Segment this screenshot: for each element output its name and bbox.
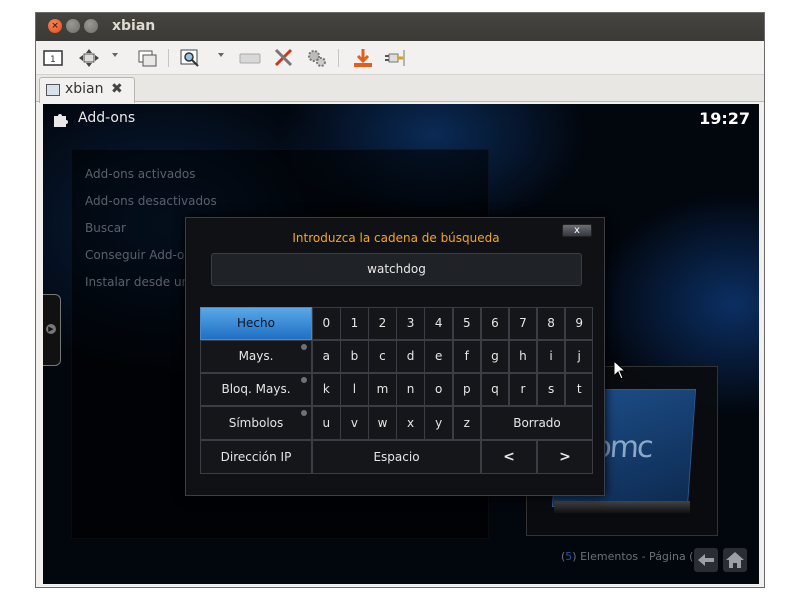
key-char[interactable]: m [368, 373, 397, 406]
tab-label: xbian [65, 81, 104, 97]
clock: 19:27 [699, 109, 750, 128]
dialog-close-button[interactable]: x [562, 224, 592, 237]
key-char[interactable]: 7 [508, 307, 538, 340]
xbmc-logo-base [554, 501, 690, 513]
keyboard-icon[interactable] [239, 48, 261, 68]
plug-icon[interactable] [384, 48, 406, 68]
menu-item-enabled-addons[interactable]: Add-ons activados [85, 167, 195, 181]
key-char[interactable]: 4 [424, 307, 453, 340]
key-char[interactable]: b [340, 340, 369, 373]
key-char[interactable]: o [424, 373, 453, 406]
svg-text:1: 1 [50, 55, 56, 65]
window-close-button[interactable]: × [48, 19, 62, 33]
tools-icon[interactable] [273, 48, 295, 68]
title-bar: × xbian [36, 13, 764, 41]
key-char[interactable]: t [564, 373, 594, 406]
key-char[interactable]: p [452, 373, 482, 406]
app-window: × xbian 1 xbian ✖ Add-ons 19:27 Add-ons … [35, 12, 765, 588]
key-char[interactable]: 0 [312, 307, 341, 340]
key-caps-lock[interactable]: Bloq. Mays. [200, 373, 312, 406]
toggle-indicator-icon [301, 377, 307, 383]
window-minimize-button[interactable] [66, 19, 80, 33]
key-char[interactable]: 9 [564, 307, 594, 340]
key-char[interactable]: 1 [340, 307, 369, 340]
menu-item-disabled-addons[interactable]: Add-ons desactivados [85, 194, 217, 208]
key-char[interactable]: r [508, 373, 538, 406]
window-maximize-button[interactable] [84, 19, 98, 33]
key-char[interactable]: j [564, 340, 594, 373]
xbmc-screen: Add-ons 19:27 Add-ons activados Add-ons … [43, 104, 759, 584]
download-icon[interactable] [352, 48, 374, 68]
monitor-icon [46, 84, 60, 96]
key-char[interactable]: v [340, 406, 369, 440]
key-char[interactable]: l [340, 373, 369, 406]
chevron-right-icon: ▶ [46, 324, 56, 334]
key-char[interactable]: k [312, 373, 341, 406]
key-backspace[interactable]: Borrado [481, 406, 593, 440]
key-char[interactable]: i [536, 340, 566, 373]
key-char[interactable]: 8 [536, 307, 566, 340]
tab-close-icon[interactable]: ✖ [111, 81, 123, 97]
dropdown-arrow-icon[interactable] [112, 53, 118, 57]
key-space[interactable]: Espacio [312, 440, 481, 474]
home-icon[interactable] [723, 548, 747, 572]
key-char[interactable]: c [368, 340, 397, 373]
key-char[interactable]: x [396, 406, 425, 440]
key-char[interactable]: y [424, 406, 453, 440]
key-char[interactable]: 5 [452, 307, 482, 340]
search-keyboard-dialog: Introduzca la cadena de búsqueda x watch… [185, 217, 605, 496]
toolbar-separator [338, 49, 339, 67]
key-char[interactable]: 2 [368, 307, 397, 340]
dropdown-arrow-icon[interactable] [218, 53, 224, 57]
search-input[interactable]: watchdog [211, 253, 582, 286]
key-char[interactable]: d [396, 340, 425, 373]
move-arrows-icon[interactable] [78, 48, 100, 68]
toggle-indicator-icon [301, 344, 307, 350]
back-arrow-icon[interactable] [694, 548, 718, 572]
menu-item-get-addons[interactable]: Conseguir Add-ons [85, 248, 198, 262]
key-char[interactable]: f [452, 340, 482, 373]
tab-xbian[interactable]: xbian ✖ [39, 77, 135, 103]
key-cursor-right[interactable]: > [537, 440, 593, 474]
key-char[interactable]: 3 [396, 307, 425, 340]
key-ip-address[interactable]: Dirección IP [200, 440, 312, 474]
key-done[interactable]: Hecho [200, 307, 312, 340]
mouse-pointer-icon [613, 360, 627, 380]
item-count-footer: (5) Elementos - Página (1/1) [561, 550, 716, 563]
tab-bar: xbian ✖ [36, 75, 764, 103]
key-char[interactable]: u [312, 406, 341, 440]
side-menu-tab[interactable]: ▶ [43, 294, 61, 366]
key-char[interactable]: g [480, 340, 510, 373]
windows-icon[interactable] [136, 48, 158, 68]
key-char[interactable]: 6 [480, 307, 510, 340]
page-title: Add-ons [78, 110, 136, 126]
toolbar: 1 [36, 41, 764, 75]
on-screen-keyboard: Hecho Mays. Bloq. Mays. Símbolos Direcci… [200, 307, 594, 475]
key-char[interactable]: s [536, 373, 566, 406]
key-char[interactable]: e [424, 340, 453, 373]
key-shift[interactable]: Mays. [200, 340, 312, 373]
key-char[interactable]: z [452, 406, 482, 440]
key-char[interactable]: w [368, 406, 397, 440]
key-cursor-left[interactable]: < [481, 440, 537, 474]
key-char[interactable]: q [480, 373, 510, 406]
dialog-title: Introduzca la cadena de búsqueda [292, 231, 500, 245]
menu-item-search[interactable]: Buscar [85, 221, 126, 235]
toolbar-separator [168, 49, 169, 67]
key-char[interactable]: h [508, 340, 538, 373]
settings-gears-icon[interactable] [306, 48, 328, 68]
screen-icon[interactable]: 1 [42, 48, 64, 68]
key-symbols[interactable]: Símbolos [200, 406, 312, 440]
window-title: xbian [112, 18, 156, 34]
toggle-indicator-icon [301, 410, 307, 416]
puzzle-piece-icon [54, 114, 68, 127]
zoom-icon[interactable] [179, 48, 201, 68]
key-char[interactable]: n [396, 373, 425, 406]
key-char[interactable]: a [312, 340, 341, 373]
